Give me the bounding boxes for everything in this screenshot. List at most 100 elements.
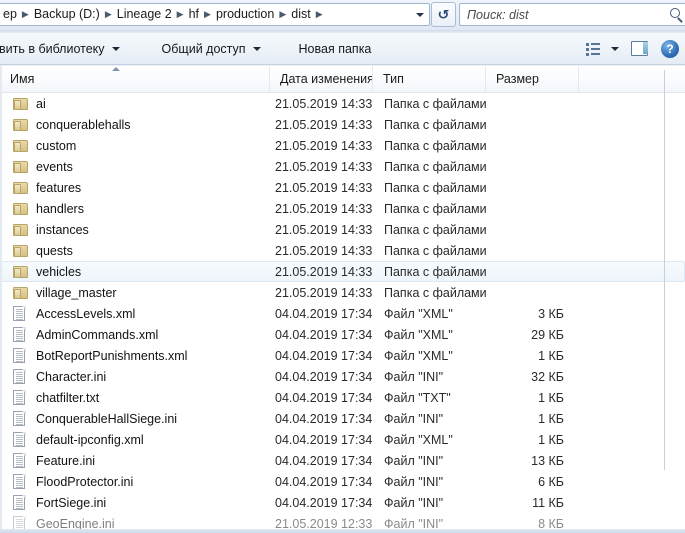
column-header-filler[interactable]	[579, 66, 685, 92]
table-row[interactable]: AdminCommands.xml 04.04.2019 17:34 Файл "X…	[0, 324, 685, 345]
toolbar-item-new-folder[interactable]: Новая папка	[290, 36, 381, 62]
cell-date-modified: 04.04.2019 17:34	[275, 348, 373, 363]
table-row[interactable]: ai 21.05.2019 14:33 Папка с файлами	[0, 93, 685, 114]
folder-icon	[13, 160, 29, 174]
folder-icon	[13, 139, 29, 153]
cell-name: handlers	[1, 202, 271, 216]
view-options-icon[interactable]	[584, 41, 602, 57]
table-row[interactable]: Feature.ini 04.04.2019 17:34 Файл "INI" 13 …	[0, 450, 685, 471]
breadcrumb-item-2[interactable]: Lineage 2	[114, 4, 175, 25]
cell-type: Файл "TXT"	[384, 390, 451, 405]
table-row[interactable]: vehicles 21.05.2019 14:33 Папка с файлами	[0, 261, 685, 282]
cell-name: AccessLevels.xml	[1, 306, 271, 321]
file-icon	[13, 432, 27, 447]
cell-name: vehicles	[1, 265, 271, 279]
table-row[interactable]: ConquerableHallSiege.ini 04.04.2019 17:34…	[0, 408, 685, 429]
cell-name: FloodProtector.ini	[1, 474, 271, 489]
folder-icon	[13, 118, 29, 132]
cell-date-modified: 21.05.2019 14:33	[275, 96, 373, 111]
breadcrumb-separator-3[interactable]: ▶	[202, 4, 213, 25]
file-name-label: instances	[36, 222, 89, 237]
help-icon[interactable]: ?	[661, 39, 679, 58]
table-row[interactable]: instances 21.05.2019 14:33 Папка с файлами	[0, 219, 685, 240]
cell-type: Файл "XML"	[384, 348, 453, 363]
table-row[interactable]: BotReportPunishments.xml 04.04.2019 17:34…	[0, 345, 685, 366]
breadcrumb-item-3[interactable]: hf	[186, 4, 202, 25]
breadcrumb-separator-0[interactable]: ▶	[20, 4, 31, 25]
command-toolbar: вить в библиотеку Общий доступ Новая пап…	[0, 33, 685, 65]
cell-name: custom	[1, 139, 271, 153]
cell-date-modified: 21.05.2019 14:33	[275, 201, 373, 216]
folder-icon	[13, 202, 29, 216]
breadcrumb-separator-4[interactable]: ▶	[277, 4, 288, 25]
chevron-down-icon[interactable]	[611, 46, 619, 51]
file-name-label: quests	[36, 243, 73, 258]
table-row[interactable]: AccessLevels.xml 04.04.2019 17:34 Файл "XM…	[0, 303, 685, 324]
search-icon[interactable]	[666, 6, 685, 24]
table-row[interactable]: events 21.05.2019 14:33 Папка с файлами	[0, 156, 685, 177]
breadcrumb-item-4[interactable]: production	[213, 4, 277, 25]
cell-date-modified: 04.04.2019 17:34	[275, 390, 373, 405]
breadcrumb-item-1[interactable]: Backup (D:)	[31, 4, 103, 25]
table-row[interactable]: Character.ini 04.04.2019 17:34 Файл "INI" 3…	[0, 366, 685, 387]
file-icon	[13, 411, 27, 426]
cell-type: Файл "INI"	[384, 453, 444, 468]
cell-type: Файл "INI"	[384, 474, 444, 489]
preview-pane-icon[interactable]	[629, 40, 651, 58]
column-header-size[interactable]: Размер	[486, 66, 579, 92]
window-bottom-edge	[0, 529, 685, 533]
explorer-window: ep ▶ Backup (D:) ▶ Lineage 2 ▶ hf ▶ prod…	[0, 0, 685, 533]
breadcrumb-separator-1[interactable]: ▶	[103, 4, 114, 25]
cell-name: BotReportPunishments.xml	[1, 348, 271, 363]
table-row[interactable]: chatfilter.txt 04.04.2019 17:34 Файл "TXT"…	[0, 387, 685, 408]
file-icon	[13, 453, 27, 468]
table-row[interactable]: handlers 21.05.2019 14:33 Папка с файлами	[0, 198, 685, 219]
table-row[interactable]: default-ipconfig.xml 04.04.2019 17:34 Файл…	[0, 429, 685, 450]
table-row[interactable]: custom 21.05.2019 14:33 Папка с файлами	[0, 135, 685, 156]
cell-date-modified: 21.05.2019 14:33	[275, 264, 373, 279]
table-row[interactable]: features 21.05.2019 14:33 Папка с файлами	[0, 177, 685, 198]
refresh-button[interactable]: ↺	[431, 2, 456, 27]
table-row[interactable]: village_master 21.05.2019 14:33 Папка с фа…	[0, 282, 685, 303]
cell-date-modified: 21.05.2019 14:33	[275, 180, 373, 195]
cell-type: Файл "XML"	[384, 327, 453, 342]
search-input[interactable]	[460, 6, 666, 23]
breadcrumb-separator-2[interactable]: ▶	[175, 4, 186, 25]
breadcrumb-item-0[interactable]: ep	[0, 4, 20, 25]
toolbar-label-share: Общий доступ	[161, 41, 246, 56]
toolbar-label-new-folder: Новая папка	[298, 41, 372, 56]
cell-name: conquerablehalls	[1, 118, 271, 132]
cell-date-modified: 21.05.2019 14:33	[275, 285, 373, 300]
breadcrumb-item-5[interactable]: dist	[288, 4, 313, 25]
cell-size: 1 КБ	[538, 348, 564, 363]
cell-name: events	[1, 160, 271, 174]
cell-name: FortSiege.ini	[1, 495, 271, 510]
breadcrumb-separator-5[interactable]: ▶	[314, 4, 325, 25]
table-row[interactable]: quests 21.05.2019 14:33 Папка с файлами	[0, 240, 685, 261]
table-row[interactable]: conquerablehalls 21.05.2019 14:33 Папка с …	[0, 114, 685, 135]
chevron-down-icon[interactable]	[411, 4, 429, 25]
cell-date-modified: 21.05.2019 14:33	[275, 138, 373, 153]
cell-name: Feature.ini	[1, 453, 271, 468]
table-row[interactable]: FortSiege.ini 04.04.2019 17:34 Файл "INI" 1…	[0, 492, 685, 513]
cell-date-modified: 21.05.2019 14:33	[275, 117, 373, 132]
column-header-date[interactable]: Дата изменения	[270, 66, 373, 92]
breadcrumb: ep ▶ Backup (D:) ▶ Lineage 2 ▶ hf ▶ prod…	[0, 4, 411, 25]
sort-ascending-icon	[112, 67, 120, 71]
cell-type: Папка с файлами	[384, 285, 487, 300]
file-list-view: Имя Дата изменения Тип Размер ai 21.05.20…	[0, 66, 685, 533]
toolbar-item-share[interactable]: Общий доступ	[153, 36, 270, 62]
chevron-down-icon[interactable]	[111, 46, 120, 51]
cell-name: chatfilter.txt	[1, 390, 271, 405]
table-row[interactable]: FloodProtector.ini 04.04.2019 17:34 Файл "…	[0, 471, 685, 492]
column-header-name[interactable]: Имя	[0, 66, 270, 92]
chevron-down-icon[interactable]	[252, 46, 261, 51]
address-bar[interactable]: ep ▶ Backup (D:) ▶ Lineage 2 ▶ hf ▶ prod…	[0, 3, 430, 26]
cell-size: 3 КБ	[538, 306, 564, 321]
column-header-type[interactable]: Тип	[373, 66, 486, 92]
folder-icon	[13, 97, 29, 111]
cell-name: Character.ini	[1, 369, 271, 384]
search-box[interactable]	[459, 3, 685, 26]
toolbar-item-add-to-library[interactable]: вить в библиотеку	[0, 36, 129, 62]
cell-size: 29 КБ	[531, 327, 564, 342]
